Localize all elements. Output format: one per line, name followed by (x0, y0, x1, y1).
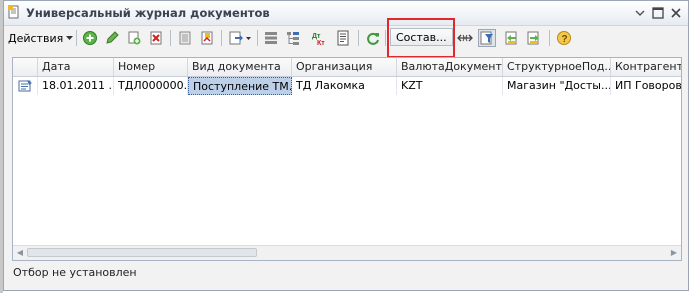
column-header-icon[interactable] (13, 58, 38, 76)
actions-menu[interactable]: Действия (8, 30, 74, 46)
move-left-icon[interactable] (502, 29, 520, 47)
document-app-icon[interactable] (8, 5, 20, 19)
auto-width-icon[interactable] (456, 29, 474, 47)
journal-window: Универсальный журнал документов Действия (3, 0, 689, 291)
delete-icon[interactable] (147, 29, 165, 47)
refresh-icon[interactable] (364, 29, 382, 47)
cell-number: ТДЛ000000... (114, 77, 188, 95)
chevron-down-icon (66, 35, 74, 40)
help-icon[interactable]: ? (555, 29, 573, 47)
window-menu-chevron-icon[interactable] (632, 5, 648, 21)
copy-icon[interactable] (125, 29, 143, 47)
add-icon[interactable] (81, 29, 99, 47)
cell-date: 18.01.2011 ... (38, 77, 114, 95)
toolbar: Действия Дт Кт Состав... ? (4, 25, 688, 51)
column-header-number[interactable]: Номер (114, 58, 188, 76)
column-header-counterparty[interactable]: Контрагент (611, 58, 681, 76)
window-title: Универсальный журнал документов (26, 6, 270, 20)
table-row[interactable]: 18.01.2011 ... ТДЛ000000... Поступление … (13, 77, 681, 95)
column-header-department[interactable]: СтруктурноеПод... (503, 58, 611, 76)
cell-department: Магазин "Досты... (503, 77, 611, 95)
move-right-icon[interactable] (524, 29, 542, 47)
composition-highlight-frame (387, 18, 455, 58)
column-header-doc-type[interactable]: Вид документа (188, 58, 292, 76)
filter-status: Отбор не установлен (13, 266, 137, 279)
report-icon[interactable] (334, 29, 352, 47)
column-header-organization[interactable]: Организация (292, 58, 397, 76)
edit-icon[interactable] (103, 29, 121, 47)
actions-label: Действия (8, 31, 64, 45)
dt-kt-icon[interactable]: Дт Кт (310, 29, 328, 47)
svg-text:?: ? (562, 34, 568, 45)
tree-view-icon[interactable] (284, 29, 302, 47)
maximize-icon[interactable] (650, 5, 666, 21)
post-icon[interactable] (176, 29, 194, 47)
cell-currency: KZT (397, 77, 503, 95)
unpost-icon[interactable] (198, 29, 216, 47)
scroll-thumb[interactable] (27, 248, 257, 257)
filter-icon[interactable] (478, 29, 496, 47)
scroll-left-icon[interactable]: ◀ (13, 246, 27, 259)
svg-text:Кт: Кт (317, 40, 325, 46)
svg-text:Дт: Дт (312, 33, 321, 40)
horizontal-scrollbar[interactable]: ◀ ▶ (13, 245, 681, 260)
cell-organization: ТД Лакомка (292, 77, 397, 95)
column-header-currency[interactable]: ВалютаДокумента (397, 58, 503, 76)
cell-doc-type[interactable]: Поступление ТМ... (188, 77, 292, 95)
documents-table[interactable]: Дата Номер Вид документа Организация Вал… (12, 57, 682, 261)
title-bar: Универсальный журнал документов (4, 1, 688, 26)
export-icon[interactable] (227, 29, 253, 47)
scroll-right-icon[interactable]: ▶ (667, 246, 681, 259)
document-icon (13, 77, 38, 95)
list-view-icon[interactable] (262, 29, 280, 47)
cell-counterparty: ИП Говоров Л (611, 77, 681, 95)
table-header: Дата Номер Вид документа Организация Вал… (13, 58, 681, 77)
column-header-date[interactable]: Дата (38, 58, 114, 76)
close-icon[interactable] (668, 5, 684, 21)
